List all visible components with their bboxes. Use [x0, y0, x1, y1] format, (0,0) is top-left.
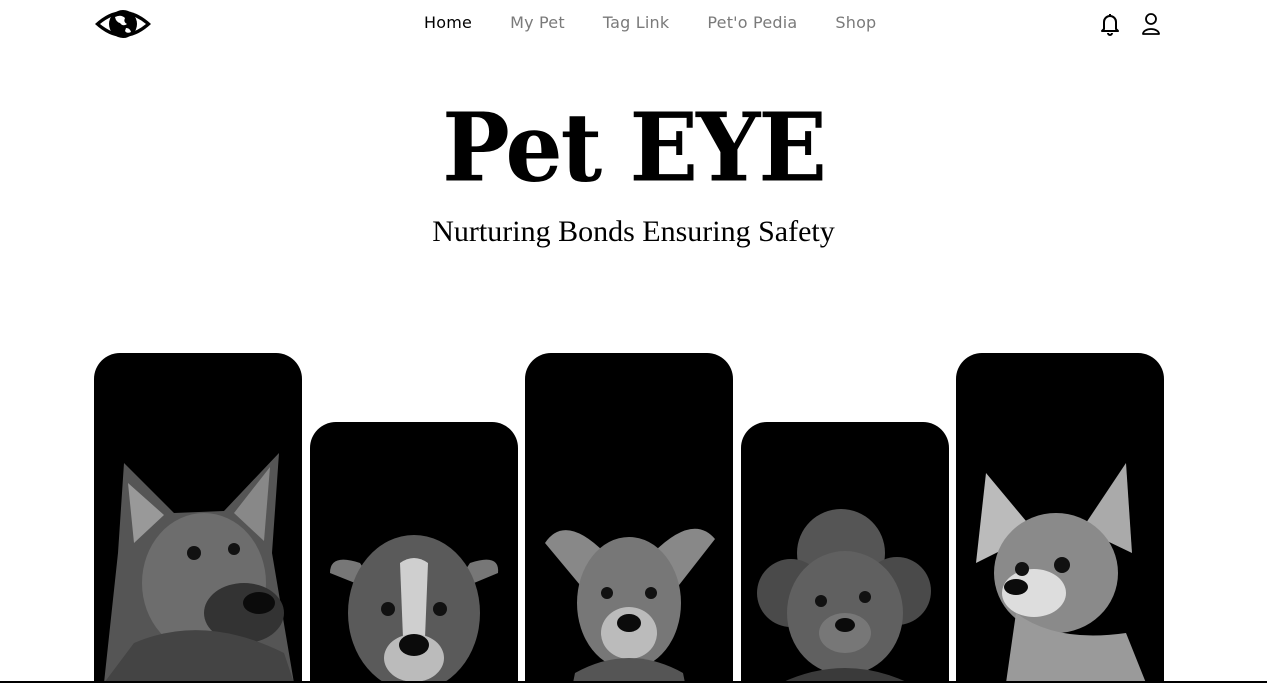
- main-nav-links: Home My Pet Tag Link Pet'o Pedia Shop: [424, 13, 876, 32]
- eye-logo-icon[interactable]: [93, 4, 153, 44]
- hero-subtitle: Nurturing Bonds Ensuring Safety: [432, 215, 835, 248]
- nav-peto-pedia[interactable]: Pet'o Pedia: [707, 13, 797, 32]
- dog-portrait-image: [545, 528, 715, 683]
- pet-card-2: [310, 422, 518, 683]
- dog-portrait-image: [330, 535, 499, 683]
- nav-home[interactable]: Home: [424, 13, 472, 32]
- nav-my-pet[interactable]: My Pet: [510, 13, 565, 32]
- top-navbar: Home My Pet Tag Link Pet'o Pedia Shop: [0, 0, 1267, 48]
- poodle-portrait-image: [757, 509, 931, 683]
- bell-icon[interactable]: [1098, 11, 1122, 37]
- nav-tag-link[interactable]: Tag Link: [603, 13, 670, 32]
- nav-shop[interactable]: Shop: [835, 13, 876, 32]
- hero-title: Pet EYE: [442, 92, 827, 204]
- pet-card-5: [956, 353, 1164, 683]
- user-icon[interactable]: [1139, 11, 1163, 37]
- dog-portrait-image: [104, 453, 294, 683]
- pet-card-1: [94, 353, 302, 683]
- pet-card-3: [525, 353, 733, 683]
- chihuahua-portrait-image: [976, 463, 1146, 683]
- pet-card-4: [741, 422, 949, 683]
